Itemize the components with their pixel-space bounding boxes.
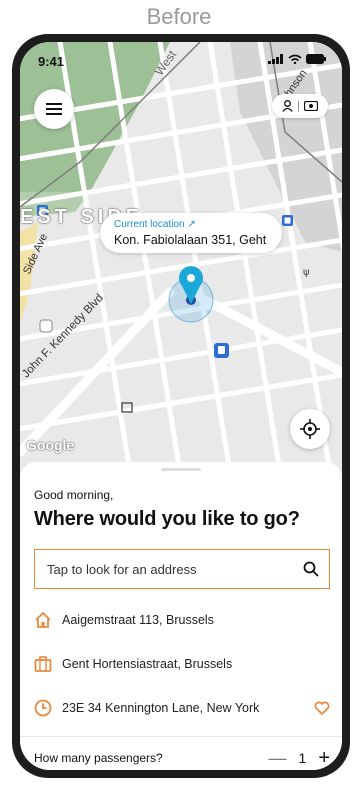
passengers-label: How many passengers?: [34, 751, 163, 765]
google-attribution: Google: [26, 437, 75, 453]
destination-row-recent[interactable]: 23E 34 Kennington Lane, New York: [34, 694, 330, 722]
screen-caption: Before: [146, 4, 212, 29]
search-icon[interactable]: [303, 561, 319, 577]
phone-frame: ψ West Johnson EST SIDE Side Ave John F.…: [12, 34, 350, 778]
svg-text:ψ: ψ: [303, 267, 310, 278]
cash-icon: [303, 101, 318, 111]
destination-row-work[interactable]: Gent Hortensiastraat, Brussels: [34, 650, 330, 678]
pill-divider: |: [297, 100, 300, 112]
destination-row-home[interactable]: Aaigemstraat 113, Brussels: [34, 606, 330, 634]
sheet-title: Where would you like to go?: [34, 508, 300, 530]
decrease-passengers-button[interactable]: —: [269, 748, 287, 769]
destination-label: Aaigemstraat 113, Brussels: [62, 613, 214, 627]
current-location-label: Current location ↗: [114, 219, 196, 230]
home-icon: [35, 612, 51, 628]
hamburger-icon: [46, 103, 62, 115]
passenger-count: 1: [298, 750, 307, 766]
greeting-text: Good morning,: [34, 488, 114, 502]
signal-icon: [268, 54, 283, 64]
app-screen: ψ West Johnson EST SIDE Side Ave John F.…: [20, 42, 342, 770]
sheet-drag-handle[interactable]: [161, 468, 201, 471]
destination-label: Gent Hortensiastraat, Brussels: [62, 657, 233, 671]
profile-payment-toggle[interactable]: |: [272, 94, 328, 118]
menu-button[interactable]: [34, 89, 74, 129]
status-time: 9:41: [38, 54, 65, 69]
recenter-location-button[interactable]: [290, 409, 330, 449]
crosshair-icon: [300, 419, 320, 439]
increase-passengers-button[interactable]: +: [318, 747, 330, 770]
address-search-box[interactable]: [34, 549, 330, 589]
heart-icon[interactable]: [314, 701, 330, 715]
destination-sheet: Good morning, Where would you like to go…: [20, 462, 342, 770]
wifi-icon: [288, 54, 302, 64]
status-icons: [268, 54, 326, 64]
current-location-address: Kon. Fabiolalaan 351, Geht: [114, 233, 267, 247]
current-location-card[interactable]: Current location ↗ Kon. Fabiolalaan 351,…: [100, 213, 282, 253]
address-search-input[interactable]: [47, 561, 303, 577]
clock-icon: [34, 699, 52, 717]
battery-icon: [306, 54, 326, 64]
passenger-selector: How many passengers? — 1 +: [34, 746, 330, 770]
briefcase-icon: [34, 656, 52, 672]
map-view[interactable]: ψ West Johnson EST SIDE Side Ave John F.…: [20, 42, 342, 472]
passenger-stepper: — 1 +: [269, 747, 330, 770]
sheet-divider: [20, 736, 342, 737]
user-icon: [282, 100, 293, 112]
destination-label: 23E 34 Kennington Lane, New York: [62, 701, 260, 715]
